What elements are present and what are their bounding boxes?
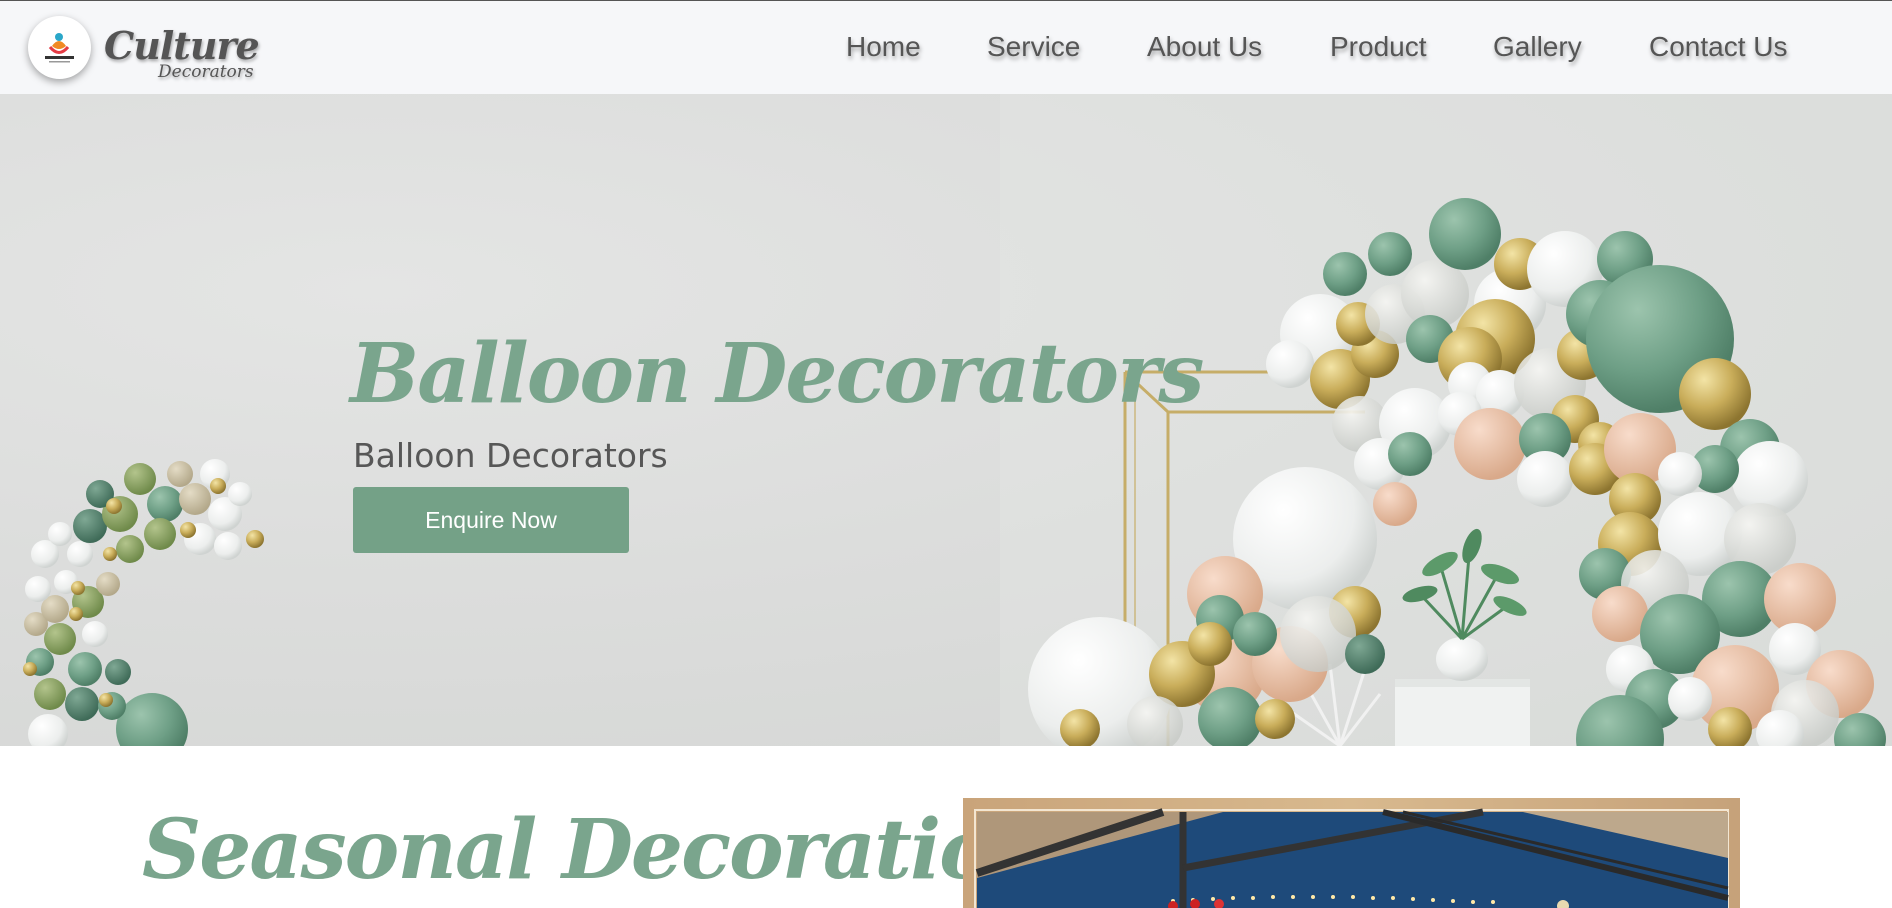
tent-lights-image [974,808,1729,908]
brand-tagline: Decorators [158,62,254,82]
enquire-now-button[interactable]: Enquire Now [353,487,629,553]
hero-banner: Balloon Decorators Balloon Decorators En… [0,94,1892,746]
left-garland [23,459,264,746]
hero-title: Balloon Decorators [350,326,1204,422]
site-header: Culture Decorators Home Service About Us… [0,0,1892,94]
nav-service[interactable]: Service [987,31,1080,63]
nav-contact-us[interactable]: Contact Us [1649,31,1788,63]
nav-home[interactable]: Home [846,31,921,63]
hero-subtitle: Balloon Decorators [353,436,668,475]
logo-icon [45,33,74,63]
nav-about-us[interactable]: About Us [1147,31,1262,63]
seasonal-decoration-image [963,798,1740,908]
nav-product[interactable]: Product [1330,31,1427,63]
logo[interactable] [28,16,91,79]
seasonal-decoration-heading: Seasonal Decoration [142,802,1051,898]
nav-gallery[interactable]: Gallery [1493,31,1582,63]
